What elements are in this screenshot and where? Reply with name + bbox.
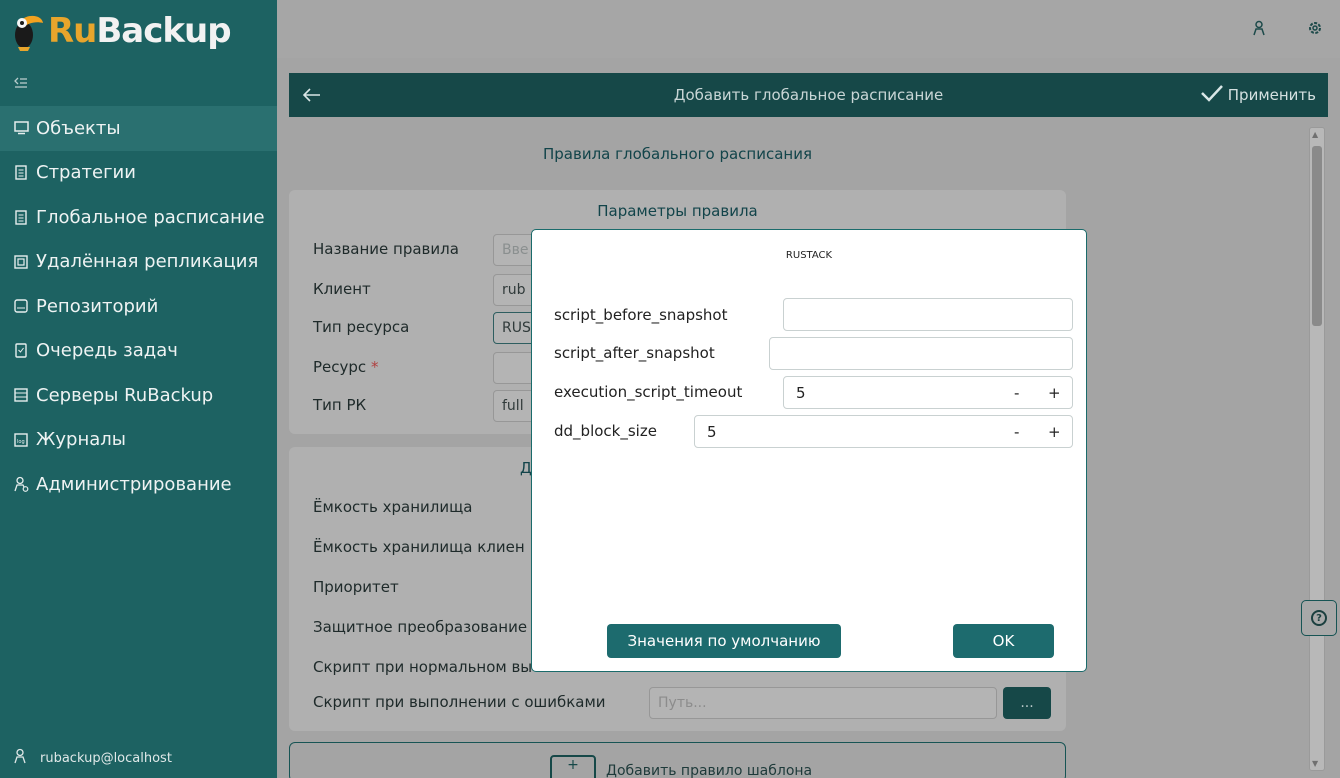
sidebar-item-label: Стратегии [36,162,136,184]
queue-icon [12,342,30,360]
help-icon: ? [1311,610,1327,626]
sidebar-item-label: Удалённая репликация [36,251,259,273]
field-label: Защитное преобразование [313,618,528,636]
sidebar: RuBackup Объекты Стратегии Глобальное ра… [0,0,277,778]
ok-button[interactable]: OK [953,624,1054,658]
field-label: Клиент [313,280,371,298]
defaults-button[interactable]: Значения по умолчанию [607,624,841,658]
param-label: execution_script_timeout [554,383,743,401]
admin-icon [12,475,30,493]
checkmark-icon [1200,83,1224,108]
help-button[interactable]: ? [1301,600,1337,636]
sidebar-item-repository[interactable]: Репозиторий [0,284,277,329]
increment-button[interactable]: + [1048,384,1061,402]
field-label: Скрипт при выполнении с ошибками [313,693,606,711]
sidebar-menu: Объекты Стратегии Глобальное расписание … [0,106,277,507]
rustack-params-dialog: RUSTACK script_before_snapshot script_af… [531,229,1087,672]
monitor-icon [12,119,30,137]
field-label: Название правила [313,240,459,258]
scroll-down-icon[interactable]: ▼ [1312,759,1318,768]
document-icon [12,164,30,182]
app-logo: RuBackup [10,6,232,56]
user-profile-icon[interactable] [1253,20,1265,41]
sidebar-item-objects[interactable]: Объекты [0,106,277,151]
add-rule-label: Добавить правило шаблона [606,763,813,778]
increment-button[interactable]: + [1048,423,1061,441]
param-label: script_after_snapshot [554,344,715,362]
field-label: Ёмкость хранилища [313,498,473,516]
browse-script-error-button[interactable]: ... [1003,687,1051,719]
collapse-sidebar-icon[interactable] [14,74,28,93]
stepper-value: 5 [707,422,717,441]
logo-text-backup: Backup [96,11,231,51]
sidebar-item-label: Серверы RuBackup [36,384,214,406]
add-rule-button[interactable]: + [550,755,596,778]
scrollbar[interactable]: ▲ ▼ [1309,127,1325,771]
repository-icon [12,297,30,315]
sidebar-item-label: Глобальное расписание [36,206,265,228]
decrement-button[interactable]: - [1014,423,1019,441]
page-title: Добавить глобальное расписание [673,86,944,104]
sidebar-item-task-queue[interactable]: Очередь задач [0,329,277,374]
script-error-path-input[interactable]: Путь... [649,687,997,719]
sidebar-item-label: Журналы [36,429,126,451]
user-name: rubackup@localhost [40,750,172,766]
dialog-title: RUSTACK [785,250,833,261]
sidebar-item-label: Очередь задач [36,340,178,362]
server-icon [12,386,30,404]
log-icon: log [12,431,30,449]
top-bar [277,0,1340,58]
logo-text-ru: Ru [48,11,97,51]
current-user: rubackup@localhost [14,748,172,768]
back-arrow-icon[interactable] [302,83,321,107]
section-title: Правила глобального расписания [543,145,812,163]
sidebar-item-label: Администрирование [36,473,232,495]
sidebar-item-logs[interactable]: log Журналы [0,418,277,463]
scroll-up-icon[interactable]: ▲ [1312,130,1318,139]
field-label: Тип ресурса [313,318,410,336]
execution-script-timeout-stepper[interactable]: 5 - + [783,376,1073,409]
dd-block-size-stepper[interactable]: 5 - + [694,415,1073,448]
decrement-button[interactable]: - [1014,384,1019,402]
param-label: script_before_snapshot [554,306,728,324]
field-label: Ёмкость хранилища клиен [313,538,525,556]
field-label: Тип РК [313,396,367,414]
sidebar-item-label: Объекты [36,117,121,139]
sidebar-item-administration[interactable]: Администрирование [0,462,277,507]
field-label: Приоритет [313,578,399,596]
user-icon [14,748,26,768]
scrollbar-thumb[interactable] [1312,146,1322,326]
sidebar-item-label: Репозиторий [36,295,159,317]
sidebar-item-strategies[interactable]: Стратегии [0,151,277,196]
script-after-snapshot-input[interactable] [769,337,1073,370]
calendar-list-icon [12,208,30,226]
settings-icon[interactable] [1307,20,1323,41]
replication-icon [12,253,30,271]
svg-text:log: log [17,439,25,445]
panel-title: Параметры правила [597,202,758,220]
sidebar-item-global-schedule[interactable]: Глобальное расписание [0,195,277,240]
add-rule-template-box[interactable]: + Добавить правило шаблона [289,742,1066,778]
param-label: dd_block_size [554,422,657,440]
toucan-logo-icon [10,11,44,51]
apply-label: Применить [1227,86,1316,104]
sidebar-item-servers[interactable]: Серверы RuBackup [0,373,277,418]
page-header: Добавить глобальное расписание Применить [289,73,1328,117]
apply-button[interactable]: Применить [1200,83,1316,108]
field-label: Скрипт при нормальном вы [313,658,533,676]
sidebar-item-remote-replication[interactable]: Удалённая репликация [0,240,277,285]
stepper-value: 5 [796,383,806,402]
field-label: Ресурс * [313,358,379,376]
script-before-snapshot-input[interactable] [783,298,1073,331]
